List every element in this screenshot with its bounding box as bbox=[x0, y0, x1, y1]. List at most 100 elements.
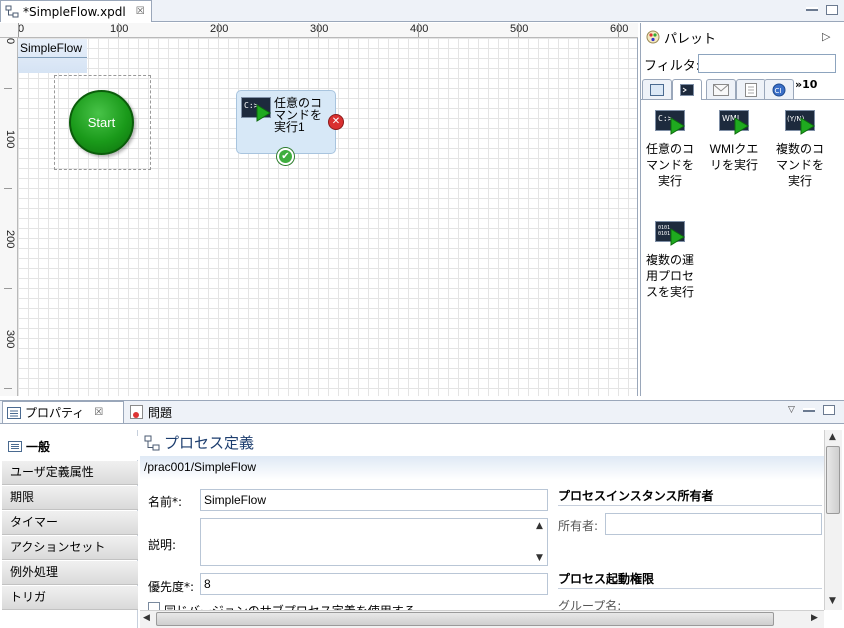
process-path: /prac001/SimpleFlow bbox=[140, 456, 824, 480]
palette-item-multi-process[interactable]: 0101 0101 複数の運用プロセスを実行 bbox=[642, 221, 698, 300]
prop-tab-trigger[interactable]: トリガ bbox=[2, 586, 138, 610]
scroll-up-icon[interactable]: ▲ bbox=[536, 521, 543, 531]
palette-tab-mail[interactable] bbox=[706, 79, 736, 99]
binary-process-icon: 0101 0101 bbox=[655, 221, 685, 246]
description-field[interactable] bbox=[200, 518, 548, 566]
palette-header: パレット bbox=[640, 23, 844, 51]
task-label: 任意のコマンドを実行1 bbox=[274, 96, 323, 134]
scroll-down-icon[interactable]: ▼ bbox=[829, 596, 836, 606]
ruler-label: 200 bbox=[4, 230, 16, 249]
prop-tab-timer[interactable]: タイマー bbox=[2, 511, 138, 535]
group-row: グループ名: bbox=[558, 597, 822, 610]
scroll-up-icon[interactable]: ▲ bbox=[829, 432, 836, 442]
prop-tab-user-attributes[interactable]: ユーザ定義属性 bbox=[2, 461, 138, 485]
owner-field[interactable] bbox=[605, 513, 822, 535]
palette-tab-ci[interactable]: CI bbox=[764, 79, 794, 99]
same-version-option[interactable]: 同じバージョンのサブプロセス定義を使用する bbox=[148, 602, 548, 610]
start-event-node[interactable]: Start bbox=[69, 90, 134, 155]
ruler-label: 100 bbox=[110, 23, 129, 35]
priority-field[interactable]: 8 bbox=[200, 573, 548, 595]
palette-more-tabs[interactable]: »10 bbox=[795, 78, 817, 91]
palette-item-label: 複数のコマンドを実行 bbox=[775, 142, 824, 188]
description-label: 説明: bbox=[148, 538, 177, 552]
view-controls: ▽ bbox=[788, 405, 835, 415]
close-tab-icon[interactable]: ☒ bbox=[94, 407, 103, 418]
owner-section-heading: プロセスインスタンス所有者 bbox=[558, 489, 714, 503]
palette-tab-document[interactable] bbox=[736, 79, 766, 99]
properties-icon bbox=[7, 406, 21, 419]
editor-tab-title: *SimpleFlow.xpdl bbox=[23, 4, 126, 19]
maximize-editor-icon[interactable] bbox=[826, 5, 838, 15]
filter-label: フィルタ: bbox=[644, 59, 701, 74]
mail-icon bbox=[713, 83, 729, 96]
palette-item-label: 任意のコマンドを実行 bbox=[645, 142, 694, 188]
view-tab-bar bbox=[0, 400, 844, 424]
close-tab-icon[interactable]: ☒ bbox=[136, 6, 145, 17]
svg-text:0101: 0101 bbox=[658, 231, 670, 237]
palette-item-wmi[interactable]: WMI WMIクエリを実行 bbox=[706, 110, 762, 173]
palette-tab-command[interactable] bbox=[672, 79, 702, 100]
process-file-icon bbox=[5, 5, 19, 17]
command-prompt-icon: C:>_ bbox=[241, 97, 271, 122]
palette-collapse-icon[interactable]: ▷ bbox=[822, 30, 830, 43]
same-version-checkbox[interactable] bbox=[148, 602, 160, 610]
tab-problems[interactable]: 問題 bbox=[128, 401, 188, 423]
prop-tab-general[interactable]: 一般 bbox=[2, 436, 138, 460]
properties-title: プロセス定義 bbox=[164, 434, 255, 452]
scroll-down-icon[interactable]: ▼ bbox=[536, 553, 543, 563]
command-prompt-icon: C:>_ bbox=[655, 110, 685, 135]
ruler-vertical: 0 100 200 300 bbox=[0, 38, 18, 396]
section-divider bbox=[558, 505, 822, 506]
pool-name: SimpleFlow bbox=[18, 39, 87, 58]
ruler-label: 300 bbox=[4, 330, 16, 349]
maximize-view-icon[interactable] bbox=[822, 405, 835, 415]
check-marker-icon[interactable]: ✔ bbox=[277, 148, 294, 165]
ruler-label: 500 bbox=[510, 23, 529, 35]
document-icon bbox=[745, 82, 757, 97]
process-definition-icon bbox=[144, 435, 160, 450]
ruler-label: 300 bbox=[310, 23, 329, 35]
palette-item-label: 複数の運用プロセスを実行 bbox=[645, 253, 694, 299]
properties-header: プロセス定義 bbox=[144, 432, 254, 453]
ruler-label: 600 bbox=[610, 23, 629, 35]
scroll-left-icon[interactable]: ◀ bbox=[143, 613, 150, 623]
error-marker-icon[interactable]: ✕ bbox=[328, 114, 344, 130]
same-version-label: 同じバージョンのサブプロセス定義を使用する bbox=[164, 602, 416, 610]
name-label: 名前*: bbox=[148, 495, 183, 509]
name-field[interactable]: SimpleFlow bbox=[200, 489, 548, 511]
filter-input[interactable] bbox=[698, 54, 836, 73]
view-menu-icon[interactable]: ▽ bbox=[788, 405, 795, 415]
tab-properties[interactable]: プロパティ ☒ bbox=[2, 401, 124, 423]
window-icon bbox=[650, 83, 664, 96]
scroll-right-icon[interactable]: ▶ bbox=[811, 613, 818, 623]
minimize-editor-icon[interactable] bbox=[806, 7, 818, 11]
palette-icon bbox=[646, 30, 660, 44]
section-divider bbox=[558, 588, 822, 589]
editor-tab-simpleflow[interactable]: *SimpleFlow.xpdl ☒ bbox=[0, 0, 152, 22]
prop-tab-exception[interactable]: 例外処理 bbox=[2, 561, 138, 585]
palette-item-label: WMIクエリを実行 bbox=[709, 142, 759, 172]
prop-tab-deadline[interactable]: 期限 bbox=[2, 486, 138, 510]
ruler-label: 400 bbox=[410, 23, 429, 35]
multi-command-icon: (Y/N) bbox=[785, 110, 815, 135]
ci-icon: CI bbox=[772, 83, 786, 96]
pool-label[interactable]: SimpleFlow bbox=[18, 39, 87, 73]
palette-tab-basic[interactable] bbox=[642, 79, 672, 99]
launch-section-heading: プロセス起動権限 bbox=[558, 572, 655, 586]
vertical-scroll-thumb[interactable] bbox=[826, 446, 840, 514]
tab-problems-label: 問題 bbox=[148, 405, 173, 420]
palette-item-multi-command[interactable]: (Y/N) 複数のコマンドを実行 bbox=[772, 110, 828, 189]
minimize-view-icon[interactable] bbox=[802, 408, 815, 412]
prop-tab-action-set[interactable]: アクションセット bbox=[2, 536, 138, 560]
problems-icon bbox=[130, 405, 143, 419]
ruler-label: 0 bbox=[4, 38, 16, 45]
horizontal-scroll-thumb[interactable] bbox=[156, 612, 774, 626]
priority-label: 優先度*: bbox=[148, 580, 195, 594]
ruler-label: 100 bbox=[4, 130, 16, 149]
ruler-label: 200 bbox=[210, 23, 229, 35]
command-prompt-icon bbox=[680, 84, 694, 96]
svg-text:CI: CI bbox=[775, 87, 782, 95]
ruler-horizontal: 0 100 200 300 400 500 600 bbox=[0, 23, 638, 38]
prop-tab-label: 一般 bbox=[26, 440, 51, 454]
palette-item-command[interactable]: C:>_ 任意のコマンドを実行 bbox=[642, 110, 698, 189]
